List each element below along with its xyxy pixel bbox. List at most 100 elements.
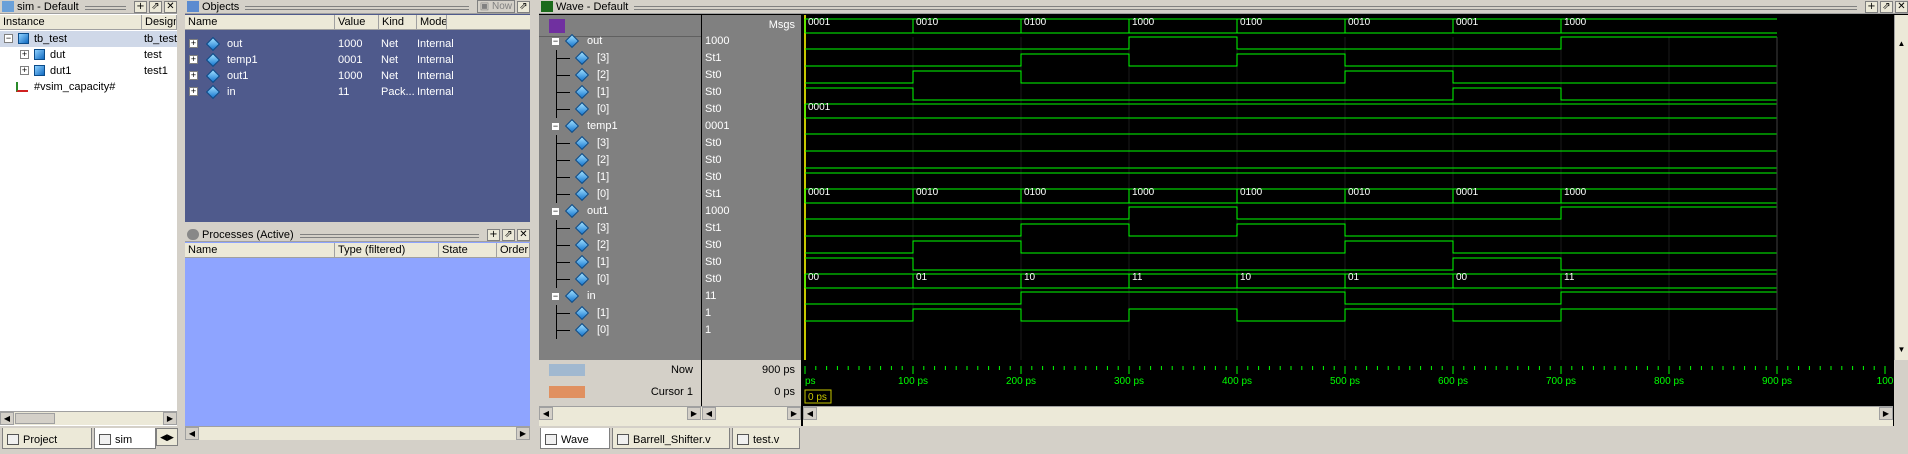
- wave-names: − out [3] [2] [1] [0] − temp1 [3] [2] [1] [0] − out1 […: [539, 15, 701, 360]
- tab-wave[interactable]: Wave: [540, 428, 610, 449]
- close-icon[interactable]: ✕: [1895, 0, 1908, 13]
- time-label: 100: [1877, 376, 1893, 387]
- gear-icon: [187, 229, 199, 240]
- processes-bottom-scroll[interactable]: ◀ ▶: [185, 426, 530, 440]
- col-name[interactable]: Name: [185, 15, 335, 29]
- object-row[interactable]: + temp1 0001 Net Internal: [185, 52, 530, 68]
- signal-icon: [564, 33, 580, 49]
- undock-icon[interactable]: ⇗: [502, 228, 515, 241]
- waveform-area[interactable]: 0001 0010 0100 1000 0100 0010 0001 100000010001…: [803, 15, 1893, 360]
- add-icon[interactable]: +: [487, 228, 500, 241]
- cursor-edit-icon[interactable]: [549, 386, 585, 398]
- tab-sim[interactable]: sim: [94, 428, 156, 449]
- wave-signal-value: 0001: [705, 120, 730, 132]
- col-value[interactable]: Value: [335, 15, 379, 29]
- col-kind[interactable]: Kind: [379, 15, 417, 29]
- wave-bus-name[interactable]: − out1: [539, 203, 701, 220]
- collapse-icon[interactable]: −: [551, 292, 560, 301]
- collapse-icon[interactable]: −: [551, 207, 560, 216]
- wave-bit-name[interactable]: [1]: [539, 254, 701, 271]
- col-name[interactable]: Name: [185, 243, 335, 257]
- tab-test-v[interactable]: test.v: [732, 428, 800, 449]
- signal-icon: [574, 186, 590, 202]
- sim-hscroll[interactable]: ◀ ▶: [0, 411, 177, 425]
- wave-bit-name[interactable]: [2]: [539, 67, 701, 84]
- close-icon[interactable]: ✕: [517, 228, 530, 241]
- wave-bit-name[interactable]: [2]: [539, 237, 701, 254]
- object-row[interactable]: + out 1000 Net Internal: [185, 36, 530, 52]
- collapse-icon[interactable]: −: [551, 122, 560, 131]
- tab-label: Wave: [561, 433, 589, 446]
- wave-bit-name[interactable]: [1]: [539, 84, 701, 101]
- expand-icon[interactable]: +: [189, 87, 198, 96]
- add-icon[interactable]: +: [1865, 0, 1878, 13]
- object-value: 1000: [338, 38, 363, 50]
- object-row[interactable]: + in 11 Pack... Internal: [185, 84, 530, 100]
- wave-bus-name[interactable]: − in: [539, 288, 701, 305]
- cursor-tools-icon[interactable]: [549, 364, 585, 376]
- cursor-tag: 0 ps: [808, 392, 827, 403]
- wave-bit-name[interactable]: [0]: [539, 322, 701, 339]
- col-order[interactable]: Order: [497, 243, 530, 257]
- undock-icon[interactable]: ⇗: [149, 0, 162, 13]
- time-label: 900 ps: [1762, 376, 1792, 387]
- object-row[interactable]: + out1 1000 Net Internal: [185, 68, 530, 84]
- sim-tree-item[interactable]: − tb_test tb_test: [0, 31, 177, 47]
- add-icon[interactable]: +: [134, 0, 147, 13]
- undock-icon[interactable]: ⇗: [1880, 0, 1893, 13]
- objects-header: Name Value Kind Mode: [185, 15, 530, 30]
- tab-project[interactable]: Project: [2, 428, 92, 449]
- undock-icon[interactable]: ⇗: [517, 0, 530, 13]
- wave-bit-name[interactable]: [3]: [539, 135, 701, 152]
- expand-icon[interactable]: +: [20, 50, 29, 59]
- tab-label: test.v: [753, 433, 780, 446]
- expand-icon[interactable]: −: [4, 34, 13, 43]
- expand-icon[interactable]: +: [20, 66, 29, 75]
- collapse-icon[interactable]: −: [551, 37, 560, 46]
- now-button[interactable]: ▣ Now: [476, 0, 515, 13]
- wave-bit-name[interactable]: [2]: [539, 152, 701, 169]
- wave-bus-name[interactable]: − out: [539, 33, 701, 50]
- bit-waveform: [805, 308, 1777, 322]
- signal-icon: [564, 118, 580, 134]
- col-instance[interactable]: Instance: [0, 15, 142, 29]
- time-label: 400 ps: [1222, 376, 1252, 387]
- bus-value-label: 1000: [1132, 187, 1155, 198]
- wave-bit-name[interactable]: [0]: [539, 271, 701, 288]
- wave-bit-name[interactable]: [3]: [539, 220, 701, 237]
- wave-signal-value: 1000: [705, 35, 730, 47]
- bus-value-label: 10: [1240, 272, 1252, 283]
- wave-bit-name[interactable]: [1]: [539, 169, 701, 186]
- wave-signal-label: [0]: [597, 273, 610, 285]
- cursor-value: 0 ps: [774, 386, 795, 398]
- sim-tree-item[interactable]: + dut test: [0, 47, 177, 63]
- col-state[interactable]: State: [439, 243, 497, 257]
- bus-value-label: 0100: [1024, 187, 1047, 198]
- wave-toolbar-icon[interactable]: [549, 19, 565, 33]
- wave-bit-name[interactable]: [0]: [539, 186, 701, 203]
- expand-icon[interactable]: +: [189, 71, 198, 80]
- wave-bit-name[interactable]: [3]: [539, 50, 701, 67]
- close-icon[interactable]: ✕: [164, 0, 177, 13]
- wave-hscroll[interactable]: ◀ ▶: [803, 406, 1893, 426]
- bus-value-label: 1000: [1132, 17, 1155, 28]
- wave-names-hscroll[interactable]: ◀ ▶ ◀ ▶: [539, 406, 801, 426]
- col-design[interactable]: Design: [142, 15, 177, 29]
- col-mode[interactable]: Mode: [417, 15, 447, 29]
- object-value: 11: [338, 86, 350, 98]
- sim-tree-item[interactable]: + dut1 test1: [0, 63, 177, 79]
- col-type[interactable]: Type (filtered): [335, 243, 439, 257]
- timeline[interactable]: ps 100 ps 200 ps 300 ps 400 ps 500 ps 600 ps 70…: [803, 360, 1893, 406]
- objects-panel: Objects ▣ Now ⇗ Name Value Kind Mode + ou…: [185, 0, 530, 222]
- tab-scroll-arrows[interactable]: ◀▶: [156, 428, 178, 446]
- instance-design: tb_test: [144, 33, 177, 45]
- tab-barrell-shifter-v[interactable]: Barrell_Shifter.v: [612, 428, 730, 449]
- signal-icon: [574, 169, 590, 185]
- wave-bus-name[interactable]: − temp1: [539, 118, 701, 135]
- wave-bit-name[interactable]: [0]: [539, 101, 701, 118]
- expand-icon[interactable]: +: [189, 39, 198, 48]
- wave-vscroll[interactable]: ▲ ▼: [1894, 15, 1908, 360]
- sim-tree-item[interactable]: #vsim_capacity#: [0, 79, 177, 95]
- expand-icon[interactable]: +: [189, 55, 198, 64]
- wave-bit-name[interactable]: [1]: [539, 305, 701, 322]
